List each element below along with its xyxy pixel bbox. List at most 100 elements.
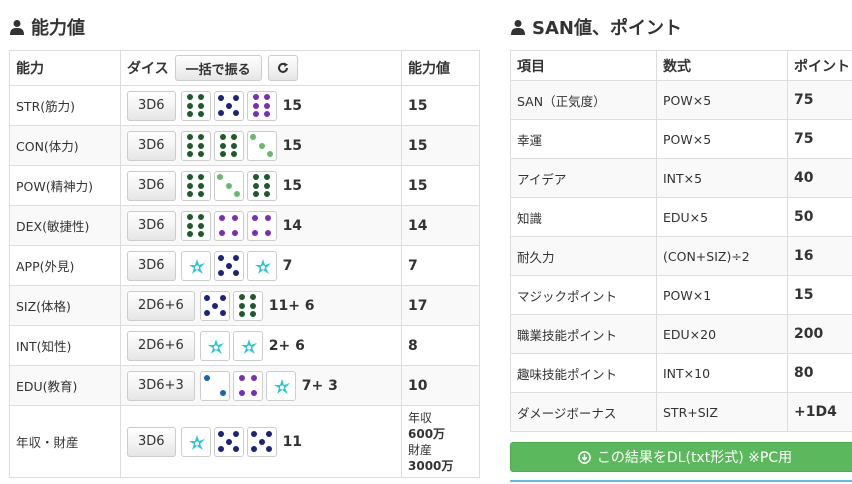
die-pip	[225, 182, 232, 189]
point-row: 知識 EDU×5 50	[510, 197, 852, 237]
roll-button[interactable]: 3D6	[127, 250, 176, 281]
item-points: 80	[787, 353, 852, 393]
die-pip	[203, 294, 210, 301]
die-pip	[217, 430, 224, 437]
die-face-1	[180, 250, 211, 281]
user-icon	[511, 20, 525, 35]
die-pip	[231, 151, 238, 158]
roll-button[interactable]: 3D6+3	[127, 370, 195, 401]
die-pip	[231, 133, 238, 140]
die-pip	[231, 214, 238, 221]
dice-total: 7+ 3	[301, 377, 338, 394]
dice-total: 11	[282, 433, 303, 450]
ability-value: 15	[401, 165, 480, 206]
roll-button[interactable]: 3D6	[127, 426, 176, 457]
die-pip	[250, 311, 257, 318]
roll-button[interactable]: 3D6	[127, 130, 176, 161]
refresh-button[interactable]	[267, 55, 298, 81]
item-points: 75	[787, 119, 852, 159]
die-pip	[186, 191, 193, 198]
die-pip	[217, 446, 224, 453]
die-pip	[219, 151, 226, 158]
ability-name: CON(体力)	[9, 125, 121, 166]
die-face-6	[246, 90, 277, 121]
income-label: 年収	[408, 410, 433, 425]
col-formula: 数式	[656, 50, 788, 81]
shuriken-icon	[207, 338, 224, 354]
item-name: 耐久力	[510, 236, 657, 276]
die-pip	[198, 213, 205, 220]
roll-button[interactable]: 3D6	[127, 170, 176, 201]
die-pip	[233, 446, 240, 453]
item-formula: EDU×5	[656, 197, 788, 237]
die-pip	[266, 150, 273, 157]
dice-total: 14	[282, 217, 303, 234]
roll-button[interactable]: 3D6	[127, 210, 176, 241]
dice-cell: 3D6 11	[120, 405, 402, 478]
item-points: +1D4	[787, 392, 852, 432]
point-row: 職業技能ポイント EDU×20 200	[510, 314, 852, 354]
die-pip	[186, 111, 193, 118]
item-name: マジックポイント	[510, 275, 657, 315]
shuriken-icon	[188, 258, 205, 274]
die-pip	[252, 191, 259, 198]
item-formula: INT×10	[656, 353, 788, 393]
ability-row: STR(筋力) 3D6 15 15	[9, 85, 480, 126]
die-face-6	[180, 210, 211, 241]
dice-cell: 3D6 15	[120, 125, 402, 166]
die-pip	[252, 230, 259, 237]
san-title: SAN値、ポイント	[510, 14, 682, 40]
col-item: 項目	[510, 50, 657, 81]
dice-cell: 3D6 15	[120, 165, 402, 206]
die-pip	[233, 430, 240, 437]
die-pip	[264, 93, 271, 100]
shuriken-icon	[254, 258, 271, 274]
die-pip	[258, 142, 265, 149]
die-pip	[198, 102, 205, 109]
dice-cell: 3D6 7	[120, 245, 402, 286]
dice-total: 7	[282, 257, 293, 274]
die-pip	[198, 151, 205, 158]
dice-total: 15	[282, 177, 303, 194]
item-points: 15	[787, 275, 852, 315]
die-pip	[252, 173, 259, 180]
dice-total: 15	[282, 97, 303, 114]
col-value: 能力値	[401, 50, 480, 86]
die-pip	[198, 182, 205, 189]
item-formula: POW×5	[656, 119, 788, 159]
roll-button[interactable]: 3D6	[127, 90, 176, 121]
roll-button[interactable]: 2D6+6	[127, 290, 195, 321]
ability-row: CON(体力) 3D6 15 15	[9, 125, 480, 166]
download-button[interactable]: この結果をDL(txt形式) ※PC用	[510, 442, 852, 472]
ability-value: 10	[401, 365, 480, 406]
die-face-3	[213, 170, 244, 201]
die-pip	[186, 231, 193, 238]
die-pip	[264, 230, 271, 237]
die-pip	[225, 262, 232, 269]
die-pip	[250, 134, 257, 141]
die-pip	[219, 142, 226, 149]
col-ability: 能力	[9, 50, 121, 86]
refresh-icon	[277, 62, 288, 73]
die-pip	[266, 430, 273, 437]
download-label: この結果をDL(txt形式) ※PC用	[596, 450, 793, 466]
ability-value: 15	[401, 85, 480, 126]
die-pip	[231, 142, 238, 149]
ability-value: 17	[401, 285, 480, 326]
ability-row: INT(知性) 2D6+6 2+ 6 8	[9, 325, 480, 366]
die-pip	[233, 254, 240, 261]
ability-value: 14	[401, 205, 480, 246]
ability-name: SIZ(体格)	[9, 285, 121, 326]
die-face-2	[199, 370, 230, 401]
die-pip	[252, 93, 259, 100]
ability-row: DEX(敏捷性) 3D6 14 14	[9, 205, 480, 246]
die-pip	[217, 94, 224, 101]
die-pip	[198, 222, 205, 229]
die-pip	[264, 182, 271, 189]
dice-cell: 2D6+6 11+ 6	[120, 285, 402, 326]
die-face-6	[180, 130, 211, 161]
die-face-1	[199, 330, 230, 361]
ability-row: APP(外見) 3D6 7 7	[9, 245, 480, 286]
roll-all-button[interactable]: 一括で振る	[174, 55, 262, 81]
roll-button[interactable]: 2D6+6	[127, 330, 195, 361]
